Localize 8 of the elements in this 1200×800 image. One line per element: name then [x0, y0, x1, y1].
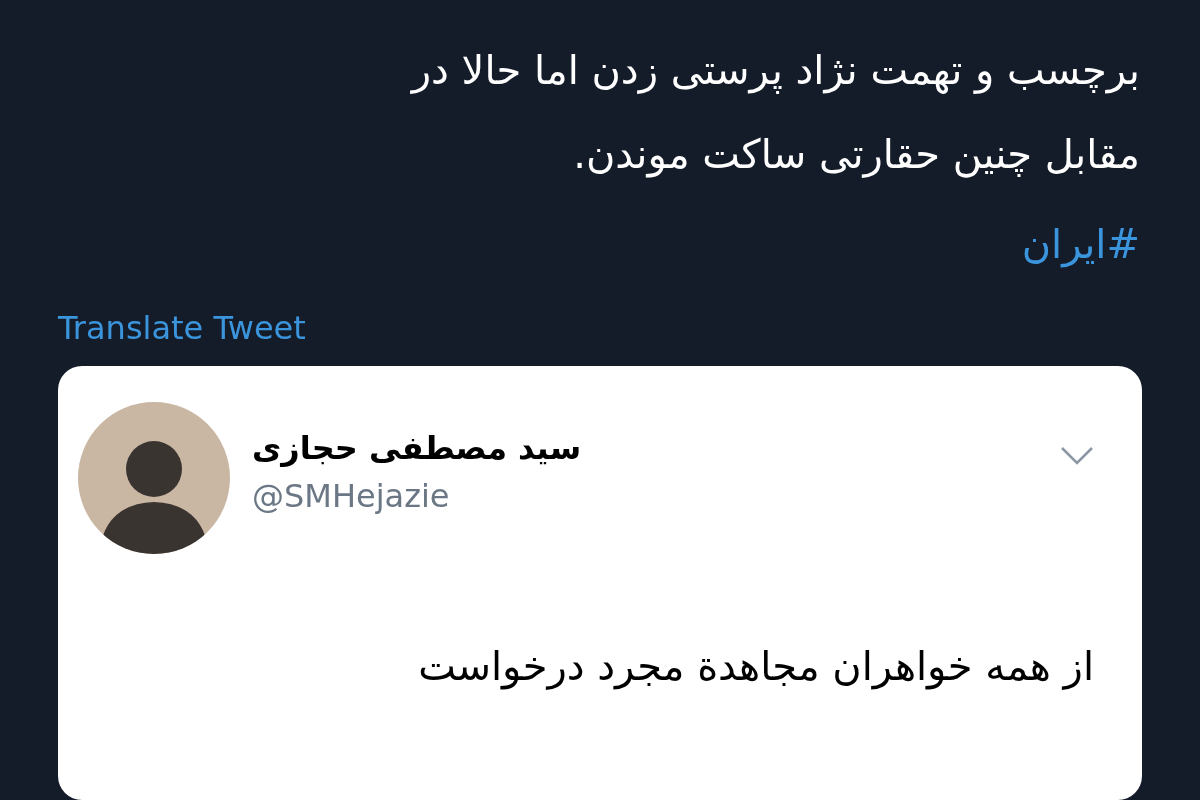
- hashtag-link[interactable]: #ایران: [1021, 202, 1140, 286]
- quoted-author-handle: @SMHejazie: [252, 476, 450, 517]
- quoted-author-name: سید مصطفی حجازی: [252, 428, 582, 469]
- chevron-down-icon[interactable]: [1060, 446, 1094, 466]
- tweet-text-line: مقابل چنین حقارتی ساکت موندن.: [573, 130, 1140, 180]
- translate-tweet-link[interactable]: Translate Tweet: [58, 308, 306, 348]
- quoted-tweet-text-line: از همه خواهران مجاهدة مجرد درخواست: [418, 642, 1094, 692]
- tweet-text-line: برچسب و تهمت نژاد پرستی زدن اما حالا در: [411, 46, 1140, 96]
